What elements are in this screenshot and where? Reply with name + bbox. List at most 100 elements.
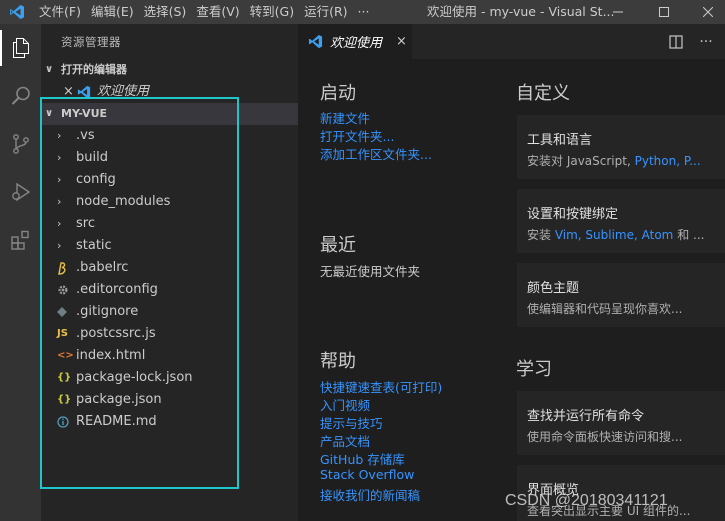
info-icon <box>57 416 76 428</box>
help-link-github[interactable]: GitHub 存储库 <box>320 449 405 468</box>
chevron-right-icon: › <box>57 151 62 164</box>
card-desc: 使用命令面板快速访问和搜... <box>527 430 683 444</box>
open-editors-header[interactable]: ∨ 打开的编辑器 <box>41 59 298 81</box>
explorer-activity[interactable] <box>0 24 41 72</box>
help-link-tips[interactable]: 提示与技巧 <box>320 413 383 432</box>
card-desc: 安装 Vim, Sublime, Atom 和 ... <box>527 228 705 242</box>
tree-file-gitignore[interactable]: .gitignore <box>41 301 298 323</box>
watermark: CSDN @20180341121 <box>505 492 668 509</box>
chevron-right-icon: › <box>57 173 62 186</box>
help-link-newsletter[interactable]: 接收我们的新闻稿 <box>320 485 420 504</box>
more-actions-button[interactable]: ··· <box>692 24 720 59</box>
open-folder-link[interactable]: 打开文件夹... <box>320 126 394 145</box>
file-tree: › .vs › build › config › node_modules › src ›… <box>41 125 298 433</box>
card-color-theme[interactable]: 颜色主题 使编辑器和代码呈现你喜欢... <box>517 263 725 327</box>
sidebar-title: 资源管理器 <box>61 35 121 49</box>
menu-bar: 文件(F) 编辑(E) 选择(S) 查看(V) 转到(G) 运行(R) ··· <box>34 0 374 24</box>
maximize-icon <box>659 7 669 17</box>
tree-item-label: build <box>76 150 108 165</box>
run-debug-activity[interactable] <box>0 168 41 216</box>
new-file-link[interactable]: 新建文件 <box>320 108 370 127</box>
help-link-shortcuts[interactable]: 快捷键速查表(可打印) <box>320 377 442 396</box>
tree-item-label: package.json <box>76 392 162 407</box>
tree-folder-vs[interactable]: › .vs <box>41 125 298 147</box>
help-link-stackoverflow[interactable]: Stack Overflow <box>320 467 414 482</box>
minimize-button[interactable] <box>598 0 638 24</box>
menu-file[interactable]: 文件(F) <box>34 0 86 24</box>
tree-folder-build[interactable]: › build <box>41 147 298 169</box>
babel-icon <box>57 261 76 275</box>
tree-item-label: package-lock.json <box>76 370 193 385</box>
tree-item-label: .editorconfig <box>76 282 158 297</box>
project-folder-header[interactable]: ∨ MY-VUE <box>41 103 298 125</box>
menu-go[interactable]: 转到(G) <box>245 0 299 24</box>
editor-tab-bar: 欢迎使用 × ··· <box>298 24 725 59</box>
close-icon <box>703 7 713 17</box>
extensions-activity[interactable] <box>0 216 41 264</box>
tree-file-index-html[interactable]: <> index.html <box>41 345 298 367</box>
card-title: 工具和语言 <box>527 133 593 148</box>
javascript-icon: JS <box>57 328 68 339</box>
split-editor-button[interactable] <box>662 24 690 59</box>
close-window-button[interactable] <box>688 0 725 24</box>
tree-folder-config[interactable]: › config <box>41 169 298 191</box>
search-activity[interactable] <box>0 72 41 120</box>
card-settings-keybindings[interactable]: 设置和按键绑定 安装 Vim, Sublime, Atom 和 ... <box>517 189 725 253</box>
tree-file-readme[interactable]: README.md <box>41 411 298 433</box>
menu-run[interactable]: 运行(R) <box>299 0 352 24</box>
html-icon: <> <box>57 350 74 361</box>
recent-heading: 最近 <box>320 235 356 256</box>
menu-selection[interactable]: 选择(S) <box>139 0 192 24</box>
help-link-videos[interactable]: 入门视频 <box>320 395 370 414</box>
help-link-docs[interactable]: 产品文档 <box>320 431 370 450</box>
menu-edit[interactable]: 编辑(E) <box>86 0 139 24</box>
no-recent-text: 无最近使用文件夹 <box>320 264 421 279</box>
tab-welcome[interactable]: 欢迎使用 × <box>298 24 412 59</box>
vscode-file-icon <box>308 34 330 49</box>
open-editor-item[interactable]: × 欢迎使用 <box>41 81 298 103</box>
gear-icon <box>57 284 76 296</box>
debug-icon <box>11 182 30 202</box>
window-title: 欢迎使用 - my-vue - Visual St... <box>427 4 615 19</box>
chevron-right-icon: › <box>57 217 62 230</box>
card-tools-languages[interactable]: 工具和语言 安装对 JavaScript, Python, P... <box>517 115 725 179</box>
tree-file-postcssrc[interactable]: JS .postcssrc.js <box>41 323 298 345</box>
tree-item-label: node_modules <box>76 194 171 209</box>
card-title: 设置和按键绑定 <box>527 207 619 222</box>
vscode-file-icon <box>77 85 97 99</box>
card-desc: 使编辑器和代码呈现你喜欢... <box>527 302 683 316</box>
git-icon <box>57 307 76 317</box>
vscode-logo-icon <box>0 0 34 24</box>
tree-file-package-lock[interactable]: {} package-lock.json <box>41 367 298 389</box>
tree-folder-src[interactable]: › src <box>41 213 298 235</box>
menu-more[interactable]: ··· <box>353 0 375 24</box>
card-find-commands[interactable]: 查找并运行所有命令 使用命令面板快速访问和搜... <box>517 391 725 455</box>
project-name: MY-VUE <box>61 107 108 120</box>
menu-view[interactable]: 查看(V) <box>191 0 244 24</box>
activity-bar <box>0 24 41 521</box>
tree-folder-static[interactable]: › static <box>41 235 298 257</box>
tree-item-label: .gitignore <box>76 304 139 319</box>
files-icon <box>12 38 29 58</box>
more-icon: ··· <box>699 33 713 50</box>
maximize-button[interactable] <box>644 0 684 24</box>
search-icon <box>11 86 30 105</box>
chevron-right-icon: › <box>57 195 62 208</box>
tree-folder-node-modules[interactable]: › node_modules <box>41 191 298 213</box>
tree-item-label: .babelrc <box>76 260 129 275</box>
tree-item-label: config <box>76 172 116 187</box>
add-workspace-folder-link[interactable]: 添加工作区文件夹... <box>320 144 432 163</box>
open-editors-label: 打开的编辑器 <box>61 63 127 76</box>
chevron-down-icon: ∨ <box>45 108 54 119</box>
close-editor-icon[interactable]: × <box>63 81 77 103</box>
tree-file-editorconfig[interactable]: .editorconfig <box>41 279 298 301</box>
extensions-icon <box>10 230 29 250</box>
source-control-icon <box>12 134 29 154</box>
chevron-right-icon: › <box>57 129 62 142</box>
tree-item-label: .vs <box>76 128 95 143</box>
tree-file-package-json[interactable]: {} package.json <box>41 389 298 411</box>
customize-heading: 自定义 <box>516 83 570 104</box>
close-tab-icon[interactable]: × <box>396 34 407 49</box>
tree-file-babelrc[interactable]: .babelrc <box>41 257 298 279</box>
source-control-activity[interactable] <box>0 120 41 168</box>
